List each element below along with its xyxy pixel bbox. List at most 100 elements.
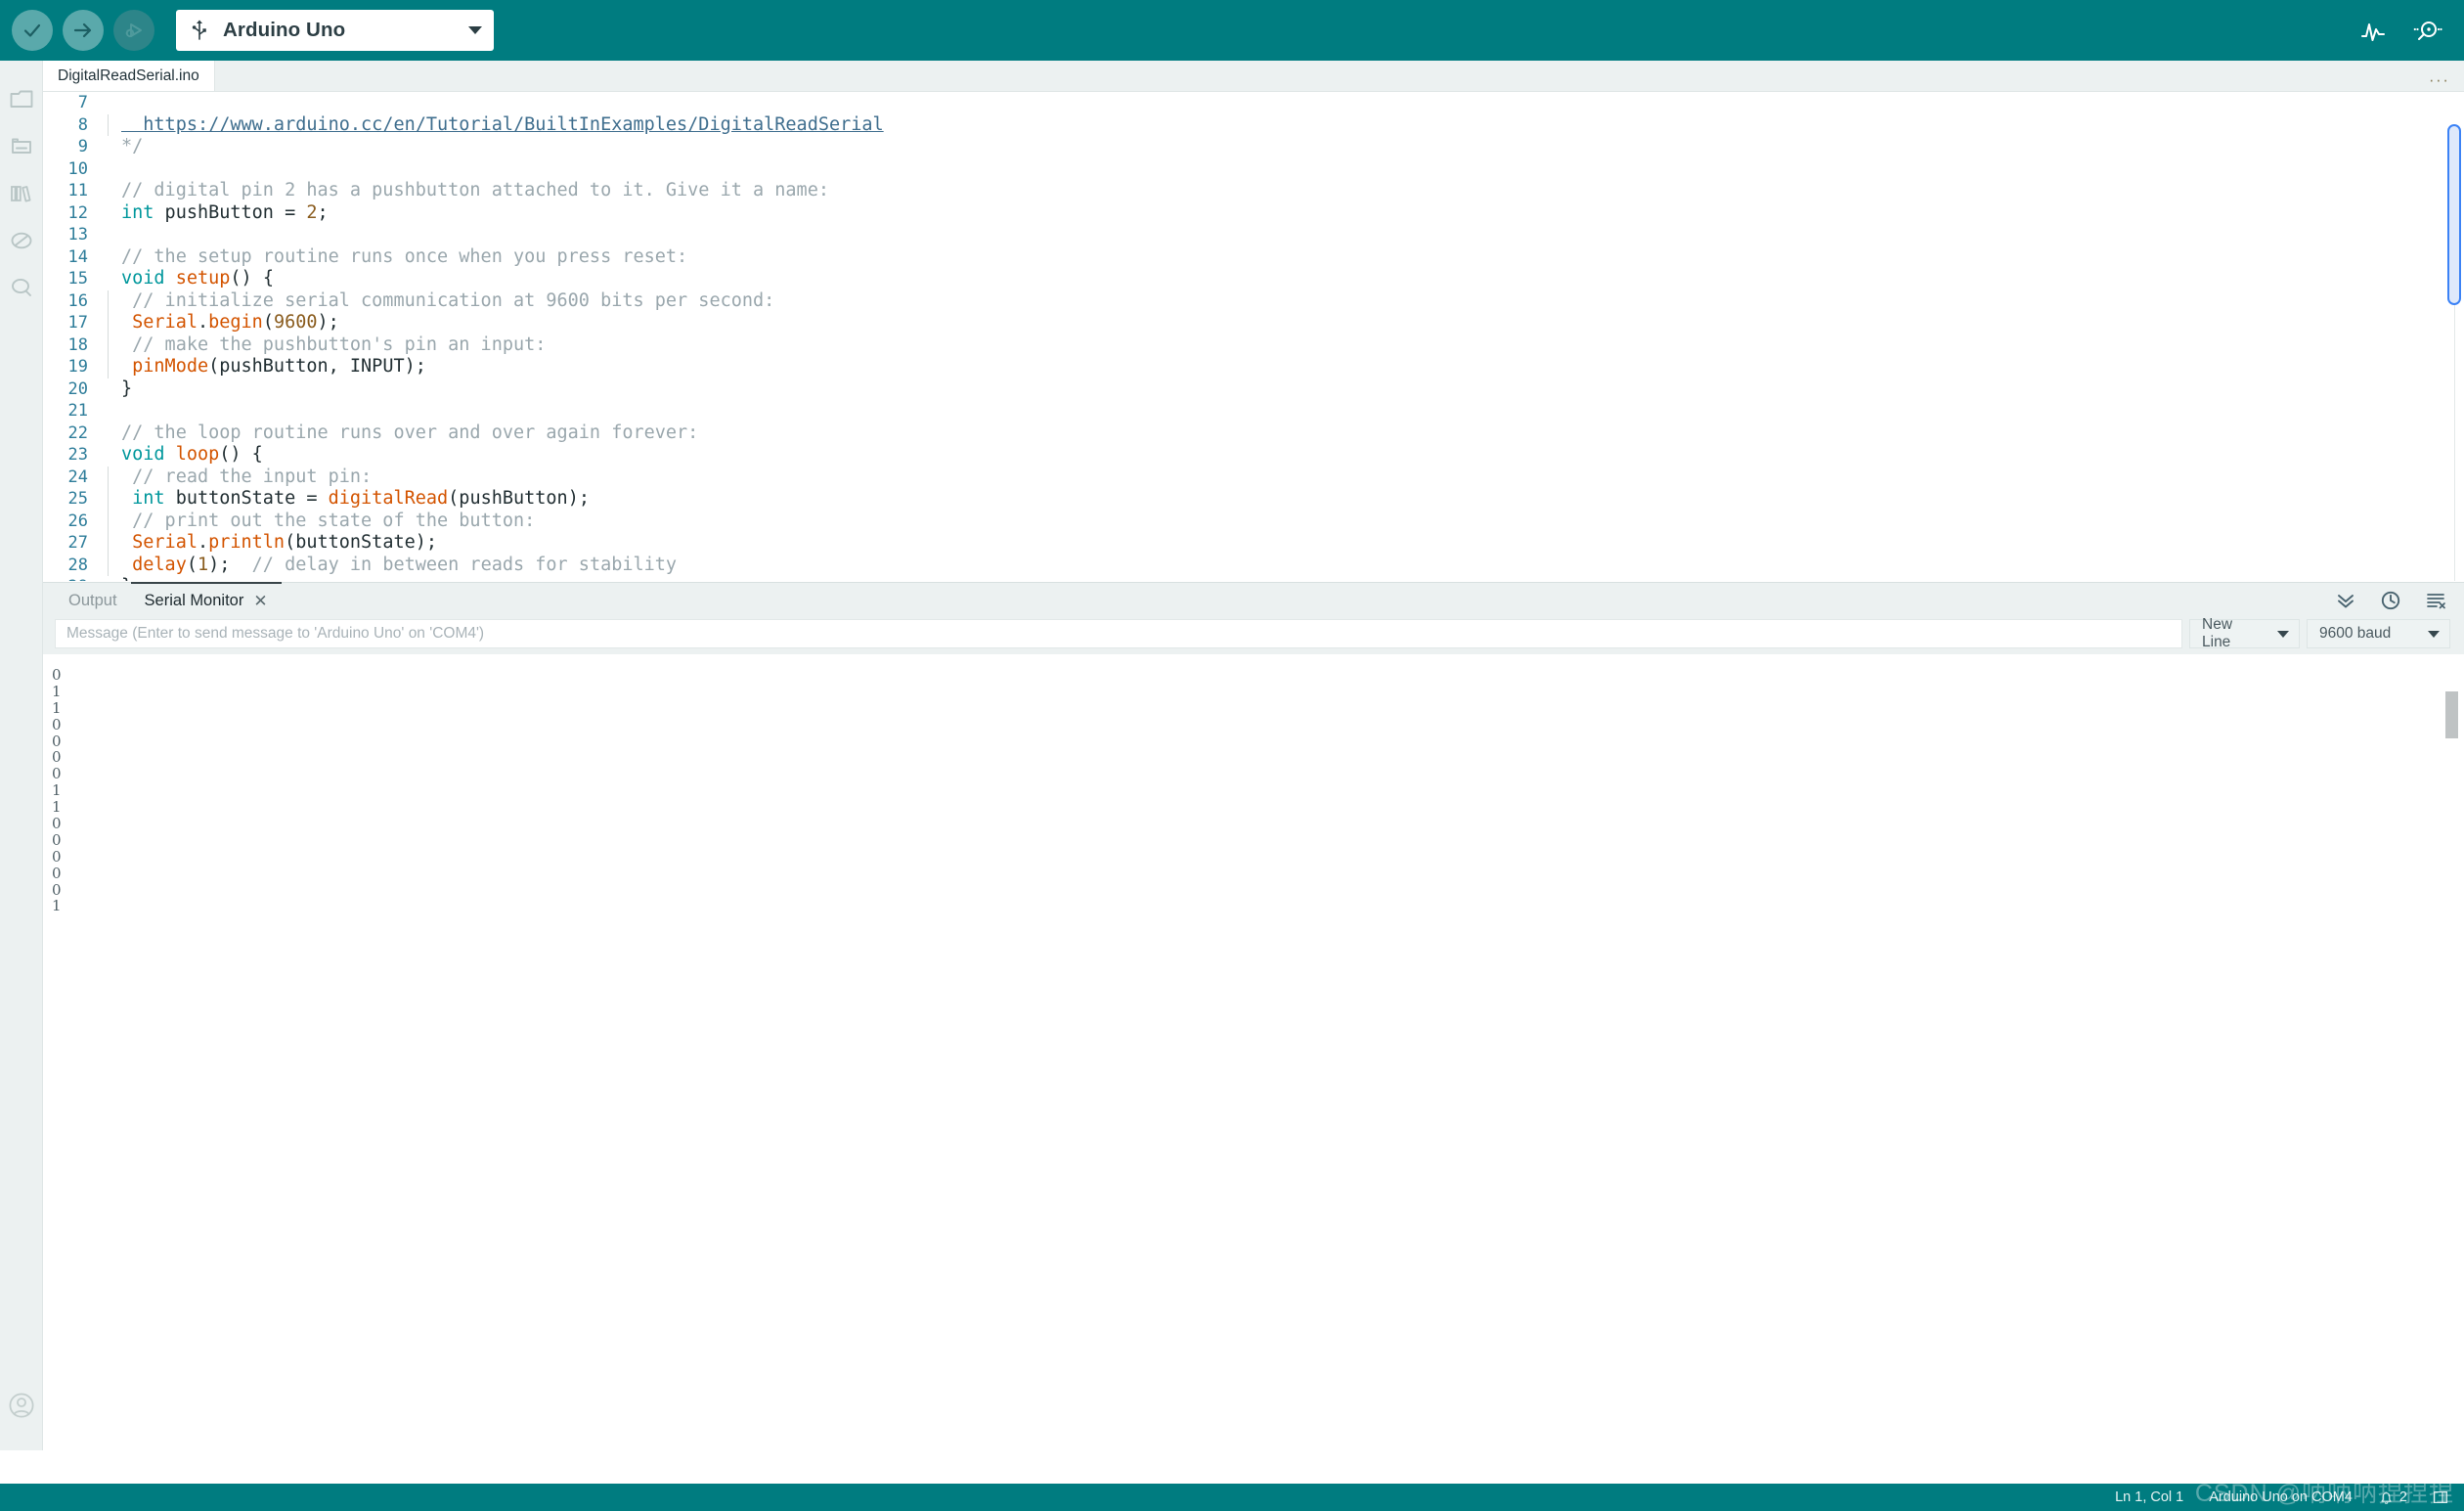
serial-output-line: 1 <box>52 781 62 800</box>
serial-scrollbar-thumb[interactable] <box>2445 691 2458 738</box>
code-line: 20} <box>43 378 2464 401</box>
code-text: } <box>121 576 132 581</box>
serial-monitor-icon <box>2413 22 2442 40</box>
serial-output-line: 0 <box>52 815 62 833</box>
code-line: 24 // read the input pin: <box>43 466 2464 489</box>
line-number: 18 <box>67 334 88 355</box>
code-line: 29} <box>43 576 2464 581</box>
line-number: 12 <box>67 202 88 223</box>
code-lines-container: 78 https://www.arduino.cc/en/Tutorial/Bu… <box>43 92 2464 581</box>
activity-sidebar <box>0 61 43 1450</box>
code-line: 15 void setup() { <box>43 268 2464 290</box>
toolbar-right-actions <box>2358 16 2464 45</box>
board-name-label: Arduino Uno <box>223 19 346 41</box>
code-line: 13 <box>43 224 2464 246</box>
tab-output[interactable]: Output <box>55 583 131 618</box>
bottom-panel: Output Serial Monitor ✕ Message (Enter t… <box>43 582 2464 1451</box>
serial-message-input[interactable] <box>55 619 2182 648</box>
serial-lines-container: 011000011000001 <box>52 667 2464 914</box>
line-number: 20 <box>67 378 88 399</box>
debug-button[interactable] <box>113 10 154 51</box>
arduino-ide-window: Arduino Uno DigitalReadSerial.ino ... 7 … <box>0 0 2464 1511</box>
code-line: 16 // initialize serial communication at… <box>43 289 2464 313</box>
status-extra-icon[interactable] <box>2433 1489 2448 1505</box>
sidebar-item-account[interactable] <box>0 1382 43 1429</box>
indent-guide <box>104 356 121 378</box>
editor-tab-label: DigitalReadSerial.ino <box>58 67 199 84</box>
verify-button[interactable] <box>12 10 53 51</box>
sidebar-item-sketchbook[interactable] <box>0 76 43 123</box>
plotter-icon <box>2361 23 2385 41</box>
line-ending-dropdown[interactable]: New Line <box>2189 616 2300 650</box>
clear-lines-icon <box>2427 594 2445 609</box>
code-text: */ <box>121 136 144 156</box>
indent-guide <box>104 378 121 401</box>
double-chevron-down-icon <box>2338 595 2354 608</box>
serial-monitor-button[interactable] <box>2413 16 2442 45</box>
serial-output-line: 0 <box>52 748 62 767</box>
tab-serial-monitor[interactable]: Serial Monitor ✕ <box>130 582 282 618</box>
sidebar-item-search[interactable] <box>0 264 43 311</box>
board-port-status: Arduino Uno on COM4 <box>2209 1489 2353 1505</box>
baud-rate-dropdown[interactable]: 9600 baud <box>2307 619 2450 648</box>
code-line: 10 <box>43 158 2464 181</box>
indent-guide <box>104 158 121 181</box>
notification-count: 2 <box>2398 1489 2407 1505</box>
code-text: // the setup routine runs once when you … <box>121 245 688 267</box>
code-text: // initialize serial communication at 96… <box>121 289 775 311</box>
code-text: // make the pushbutton's pin an input: <box>121 333 547 355</box>
code-line: 18 // make the pushbutton's pin an input… <box>43 333 2464 357</box>
tab-serial-monitor-label: Serial Monitor <box>144 591 244 609</box>
editor-scrollbar-thumb[interactable] <box>2447 124 2461 305</box>
sidebar-item-boards-manager[interactable] <box>0 123 43 170</box>
line-number: 22 <box>67 422 88 443</box>
indent-guide <box>104 466 121 489</box>
line-number: 13 <box>67 225 88 244</box>
code-text: void loop() { <box>121 444 263 465</box>
line-number: 21 <box>67 401 88 421</box>
indent-guide <box>104 532 121 555</box>
code-text: delay(1); // delay in between reads for … <box>121 554 678 575</box>
code-line: 17 Serial.begin(9600); <box>43 312 2464 334</box>
code-text: // read the input pin: <box>121 466 373 487</box>
line-number: 14 <box>67 246 88 267</box>
code-text: int pushButton = 2; <box>121 201 329 223</box>
code-text: // digital pin 2 has a pushbutton attach… <box>121 180 829 200</box>
line-number: 27 <box>67 533 88 553</box>
usb-icon <box>192 20 206 40</box>
arrow-right-icon <box>73 22 92 38</box>
serial-output[interactable]: 011000011000001 <box>43 654 2464 1451</box>
debug-icon <box>125 23 142 38</box>
indent-guide <box>104 180 121 202</box>
chevron-down-icon <box>468 26 482 34</box>
check-icon <box>23 23 41 37</box>
upload-button[interactable] <box>63 10 104 51</box>
no-debug-icon <box>11 232 31 249</box>
serial-output-line: 1 <box>52 798 62 817</box>
panel-tools <box>2335 590 2446 611</box>
indent-guide <box>104 289 121 313</box>
line-number: 24 <box>67 467 88 487</box>
line-number: 25 <box>67 489 88 509</box>
sidebar-item-library-manager[interactable] <box>0 170 43 217</box>
clear-output-button[interactable] <box>2425 590 2446 611</box>
editor-more-actions-button[interactable]: ... <box>2429 67 2450 84</box>
panel-tabbar: Output Serial Monitor ✕ <box>43 582 2464 618</box>
sidebar-item-debug[interactable] <box>0 217 43 264</box>
board-selector[interactable]: Arduino Uno <box>176 10 494 51</box>
editor-tab-sketch[interactable]: DigitalReadSerial.ino <box>43 61 215 91</box>
serial-plotter-button[interactable] <box>2358 16 2388 45</box>
notifications-button[interactable]: 2 <box>2378 1489 2407 1506</box>
line-number: 8 <box>77 114 88 135</box>
code-editor[interactable]: 78 https://www.arduino.cc/en/Tutorial/Bu… <box>43 92 2464 581</box>
close-icon[interactable]: ✕ <box>253 593 267 609</box>
code-text: int buttonState = digitalRead(pushButton… <box>121 488 590 509</box>
account-avatar-icon <box>8 1393 34 1418</box>
timestamp-button[interactable] <box>2380 590 2401 611</box>
board-manager-icon <box>11 138 31 154</box>
code-line: 27 Serial.println(buttonState); <box>43 532 2464 555</box>
line-number: 10 <box>67 158 88 179</box>
autoscroll-button[interactable] <box>2335 590 2356 611</box>
code-line: 23 void loop() { <box>43 444 2464 467</box>
toolbar-actions <box>0 10 154 51</box>
